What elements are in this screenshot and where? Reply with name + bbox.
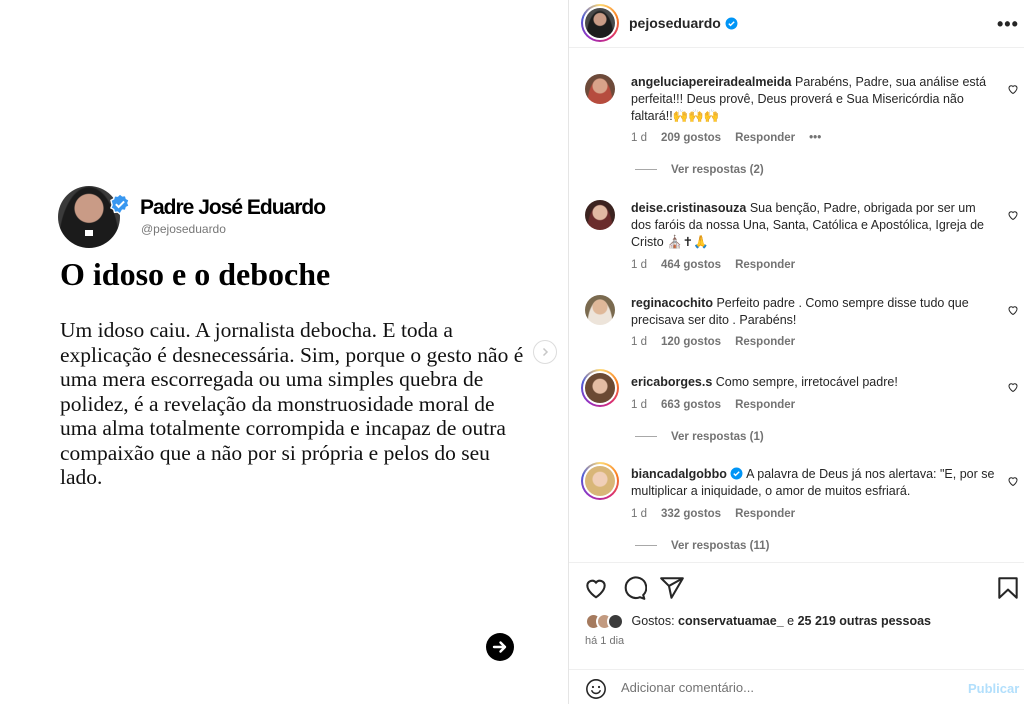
more-options-icon[interactable]: ••• bbox=[997, 14, 1019, 35]
likes-count[interactable]: 663 gostos bbox=[661, 399, 721, 411]
carousel-next-button[interactable] bbox=[533, 340, 557, 364]
avatar[interactable] bbox=[581, 369, 619, 407]
comment-input[interactable] bbox=[621, 680, 941, 695]
post-header: pejoseduardo ••• bbox=[569, 0, 1024, 48]
comment-meta: 1 d 120 gostos Responder bbox=[631, 336, 796, 348]
verified-badge-icon bbox=[725, 17, 738, 30]
comment-username[interactable]: deise.cristinasouza bbox=[631, 201, 746, 215]
reply-button[interactable]: Responder bbox=[735, 336, 795, 348]
publish-button[interactable]: Publicar bbox=[968, 681, 1019, 696]
arrow-right-icon bbox=[486, 633, 514, 661]
likes-count[interactable]: 464 gostos bbox=[661, 259, 721, 271]
comment-meta: 1 d 663 gostos Responder bbox=[631, 399, 796, 411]
comment-text: reginacochito Perfeito padre . Como semp… bbox=[631, 296, 969, 327]
header-username[interactable]: pejoseduardo bbox=[629, 15, 738, 31]
verified-badge-icon bbox=[730, 467, 743, 480]
heart-icon[interactable] bbox=[1007, 304, 1019, 316]
verified-badge-icon bbox=[110, 193, 130, 215]
likes-summary: Gostos: conservatuamae_ e 25 219 outras … bbox=[585, 613, 931, 630]
comment-text: ericaborges.s Como sempre, irretocável p… bbox=[631, 375, 898, 389]
likes-others-link[interactable]: 25 219 outras pessoas bbox=[798, 614, 931, 628]
post-actions: Gostos: conservatuamae_ e 25 219 outras … bbox=[569, 562, 1024, 704]
avatar[interactable] bbox=[585, 200, 615, 230]
comment-text: angeluciapereiradealmeida Parabéns, Padr… bbox=[631, 75, 987, 123]
post-body: Um idoso caiu. A jornalista debocha. E t… bbox=[60, 318, 524, 489]
avatar[interactable] bbox=[581, 462, 619, 500]
comment-username[interactable]: angeluciapereiradealmeida bbox=[631, 75, 792, 89]
chevron-right-icon bbox=[542, 347, 549, 357]
header-avatar[interactable] bbox=[581, 4, 619, 42]
heart-icon[interactable] bbox=[1007, 475, 1019, 487]
comment-meta: 1 d 209 gostos Responder ••• bbox=[631, 132, 822, 144]
comment-options-button[interactable]: ••• bbox=[809, 132, 821, 144]
view-replies-button[interactable]: Ver respostas (11) bbox=[635, 540, 769, 552]
reply-button[interactable]: Responder bbox=[735, 132, 795, 144]
comment-text: biancadalgobbo A palavra de Deus já nos … bbox=[631, 467, 995, 498]
comment-meta: 1 d 464 gostos Responder bbox=[631, 259, 796, 271]
comment-bubble-icon[interactable] bbox=[621, 575, 647, 601]
post-date[interactable]: há 1 dia bbox=[585, 635, 624, 647]
like-heart-icon[interactable] bbox=[583, 575, 609, 601]
avatar[interactable] bbox=[585, 295, 615, 325]
share-icon[interactable] bbox=[659, 575, 685, 601]
reply-button[interactable]: Responder bbox=[735, 399, 795, 411]
emoji-icon[interactable] bbox=[585, 678, 607, 700]
heart-icon[interactable] bbox=[1007, 209, 1019, 221]
comment-text: deise.cristinasouza Sua benção, Padre, o… bbox=[631, 201, 984, 249]
liker-username[interactable]: conservatuamae_ bbox=[678, 614, 784, 628]
avatar bbox=[607, 613, 624, 630]
view-replies-button[interactable]: Ver respostas (1) bbox=[635, 431, 764, 443]
add-comment-bar: Publicar bbox=[569, 669, 1024, 704]
reply-button[interactable]: Responder bbox=[735, 259, 795, 271]
heart-icon[interactable] bbox=[1007, 83, 1019, 95]
heart-icon[interactable] bbox=[1007, 381, 1019, 393]
view-replies-button[interactable]: Ver respostas (2) bbox=[635, 164, 764, 176]
author-handle: @pejoseduardo bbox=[141, 222, 226, 236]
post-sidebar: pejoseduardo ••• angeluciapereiradealmei… bbox=[568, 0, 1024, 704]
reply-button[interactable]: Responder bbox=[735, 508, 795, 520]
comment-meta: 1 d 332 gostos Responder bbox=[631, 508, 796, 520]
post-title: O idoso e o deboche bbox=[60, 256, 331, 292]
bookmark-icon[interactable] bbox=[995, 575, 1021, 601]
post-image: Padre José Eduardo @pejoseduardo O idoso… bbox=[0, 0, 568, 704]
likes-count[interactable]: 332 gostos bbox=[661, 508, 721, 520]
comment-username[interactable]: reginacochito bbox=[631, 296, 713, 310]
likes-count[interactable]: 120 gostos bbox=[661, 336, 721, 348]
author-name: Padre José Eduardo bbox=[140, 196, 326, 219]
avatar[interactable] bbox=[585, 74, 615, 104]
comment-username[interactable]: biancadalgobbo bbox=[631, 467, 727, 481]
likes-count[interactable]: 209 gostos bbox=[661, 132, 721, 144]
comment-username[interactable]: ericaborges.s bbox=[631, 375, 712, 389]
